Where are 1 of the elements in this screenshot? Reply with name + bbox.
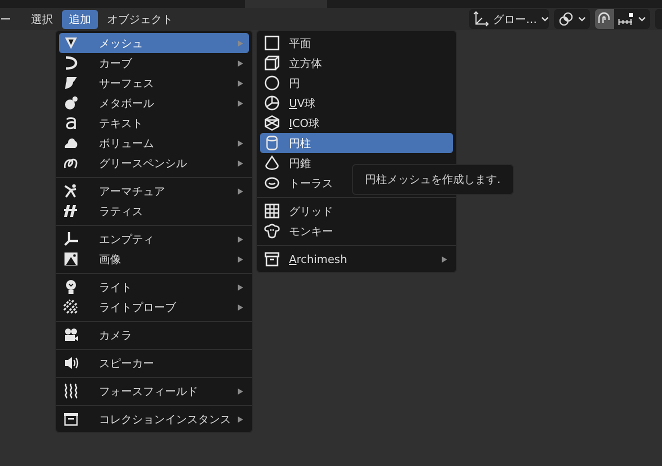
tooltip: 円柱メッシュを作成します. xyxy=(352,164,514,195)
